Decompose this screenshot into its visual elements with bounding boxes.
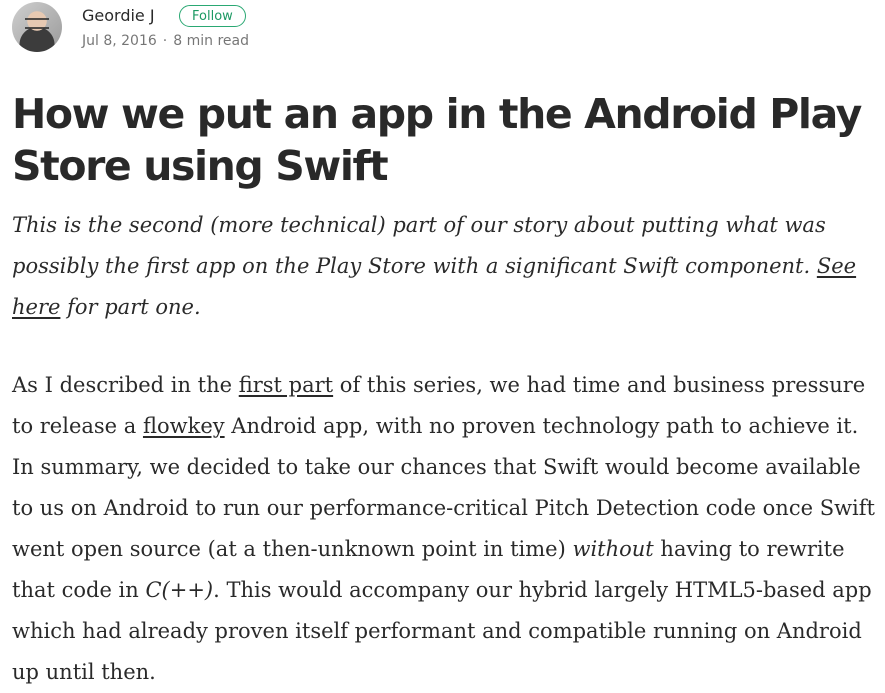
meta-separator: · xyxy=(162,33,168,49)
article-title: How we put an app in the Android Play St… xyxy=(12,90,862,190)
avatar-glasses xyxy=(25,18,49,29)
follow-button[interactable]: Follow xyxy=(179,5,246,27)
flowkey-link[interactable]: flowkey xyxy=(143,414,225,438)
subtitle-text: This is the second (more technical) part… xyxy=(12,213,826,278)
body-paragraph: As I described in the first part of this… xyxy=(12,365,880,693)
emphasis-without: without xyxy=(572,537,654,561)
author-name[interactable]: Geordie J xyxy=(82,6,155,25)
article-subtitle: This is the second (more technical) part… xyxy=(12,205,874,328)
author-bar: Geordie J Follow Jul 8, 2016 · 8 min read xyxy=(12,2,872,54)
paragraph-text: As I described in the xyxy=(12,373,239,397)
emphasis-cpp: C(++) xyxy=(145,578,214,602)
first-part-link[interactable]: first part xyxy=(239,373,333,397)
post-date: Jul 8, 2016 xyxy=(82,33,157,49)
post-meta: Jul 8, 2016 · 8 min read xyxy=(82,33,249,49)
read-time: 8 min read xyxy=(173,33,249,49)
author-avatar[interactable] xyxy=(12,2,62,52)
subtitle-text-end: for part one. xyxy=(60,295,201,319)
